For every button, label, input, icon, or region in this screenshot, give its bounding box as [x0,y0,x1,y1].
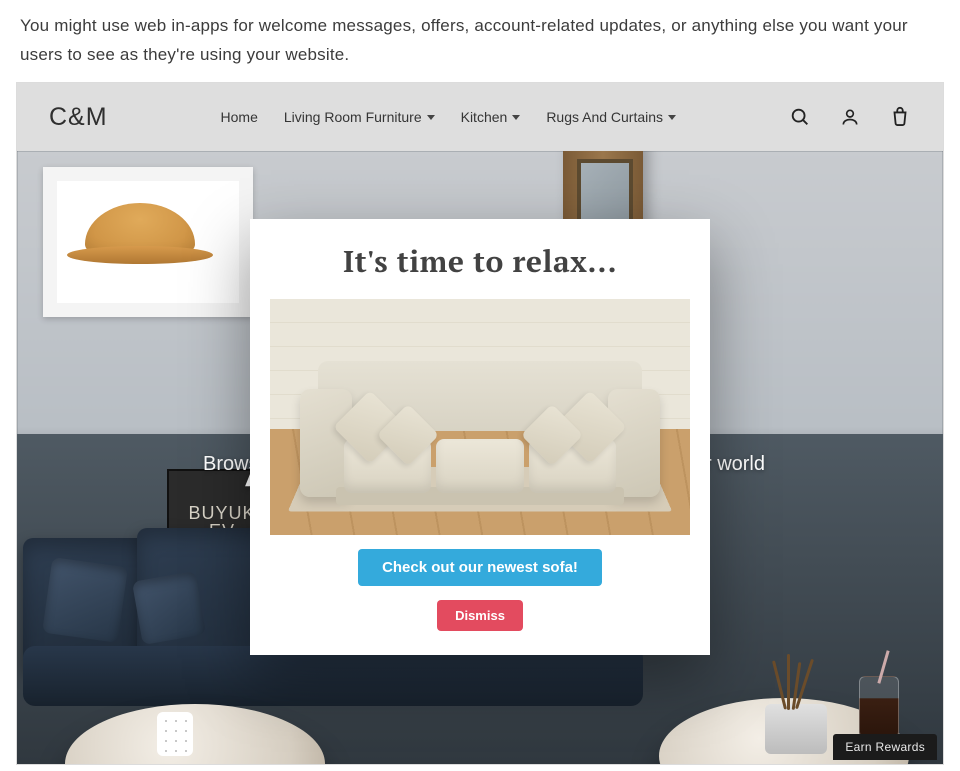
account-icon[interactable] [839,106,861,128]
intro-text: You might use web in-apps for welcome me… [0,0,940,80]
nav-home[interactable]: Home [221,109,258,125]
chevron-down-icon [668,115,676,120]
polka-cup [157,712,193,756]
nav-living-room[interactable]: Living Room Furniture [284,109,435,125]
cart-icon[interactable] [889,106,911,128]
in-app-modal: It's time to relax... Check out our newe… [250,219,710,655]
nav-label: Rugs And Curtains [546,109,663,125]
nav-kitchen[interactable]: Kitchen [461,109,521,125]
cta-button[interactable]: Check out our newest sofa! [358,549,602,586]
hat-art [85,203,195,258]
main-nav: Home Living Room Furniture Kitchen Rugs … [221,109,677,125]
nav-rugs[interactable]: Rugs And Curtains [546,109,676,125]
wall-art-frame [43,167,253,317]
planter [765,704,827,754]
shop-header: C&M Home Living Room Furniture Kitchen R… [17,83,943,151]
iced-drink [859,676,899,738]
header-actions [789,106,911,128]
breadsticks [775,654,815,710]
page-root: You might use web in-apps for welcome me… [0,0,960,771]
search-icon[interactable] [789,106,811,128]
modal-title: It's time to relax... [270,241,690,281]
screenshot-frame: C&M Home Living Room Furniture Kitchen R… [16,82,944,765]
chevron-down-icon [427,115,435,120]
earn-rewards-tab[interactable]: Earn Rewards [833,734,937,760]
dismiss-button[interactable]: Dismiss [437,600,523,631]
modal-product-image [270,299,690,535]
chevron-down-icon [512,115,520,120]
nav-label: Home [221,109,258,125]
nav-label: Kitchen [461,109,508,125]
logo[interactable]: C&M [49,103,108,132]
nav-label: Living Room Furniture [284,109,422,125]
